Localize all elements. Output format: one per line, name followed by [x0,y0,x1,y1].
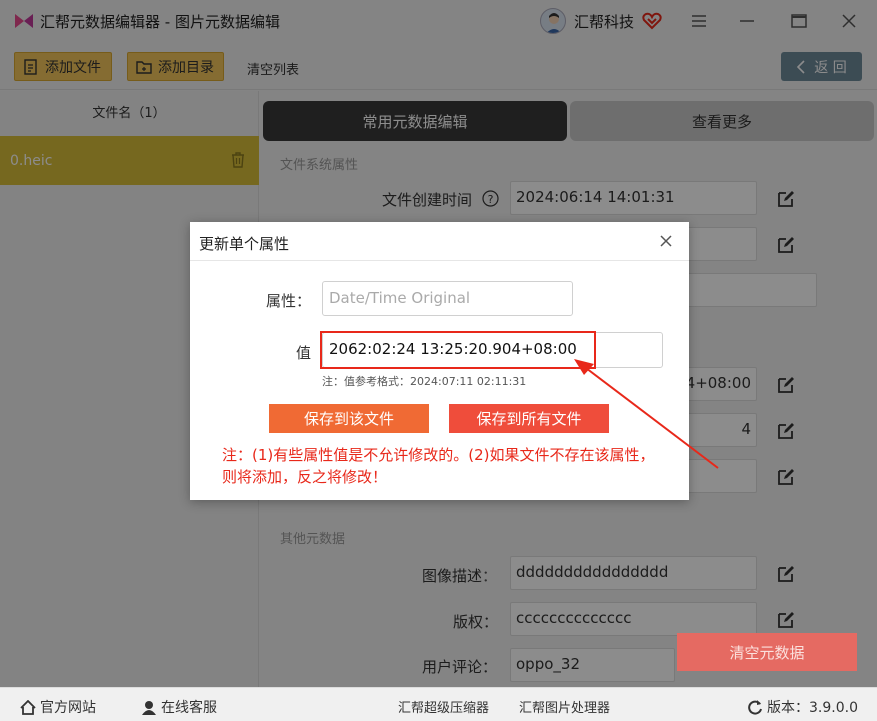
version-label: 版本：3.9.0.0 [767,700,858,716]
compressor-link[interactable]: 汇帮超级压缩器 [398,697,489,716]
image-tool-link[interactable]: 汇帮图片处理器 [519,697,610,716]
attribute-label: 属性： [266,292,312,310]
online-service-label: 在线客服 [161,700,217,716]
clear-metadata-button[interactable]: 清空元数据 [677,633,857,671]
version-info[interactable]: 版本：3.9.0.0 [747,697,858,717]
save-to-this-file-button[interactable]: 保存到该文件 [269,404,429,433]
dialog-header: 更新单个属性 [190,222,689,261]
annotation-arrow-icon [574,359,719,469]
value-label: 值 [296,344,312,362]
highlight-annotation-box [320,331,596,369]
format-note: 注：值参考格式：2024:07:11 02:11:31 [322,375,527,388]
home-icon [20,699,36,715]
customer-service-icon [142,701,156,715]
dialog-close-icon[interactable] [659,234,673,248]
refresh-icon [748,700,762,715]
dialog-title: 更新单个属性 [199,235,290,253]
attribute-input[interactable]: Date/Time Original [322,281,573,316]
official-website-link[interactable]: 官方网站 [20,697,96,717]
status-bar: 官方网站 在线客服 汇帮超级压缩器 汇帮图片处理器 版本：3.9.0.0 [0,687,877,721]
online-service-link[interactable]: 在线客服 [141,697,217,717]
official-website-label: 官方网站 [40,700,96,716]
